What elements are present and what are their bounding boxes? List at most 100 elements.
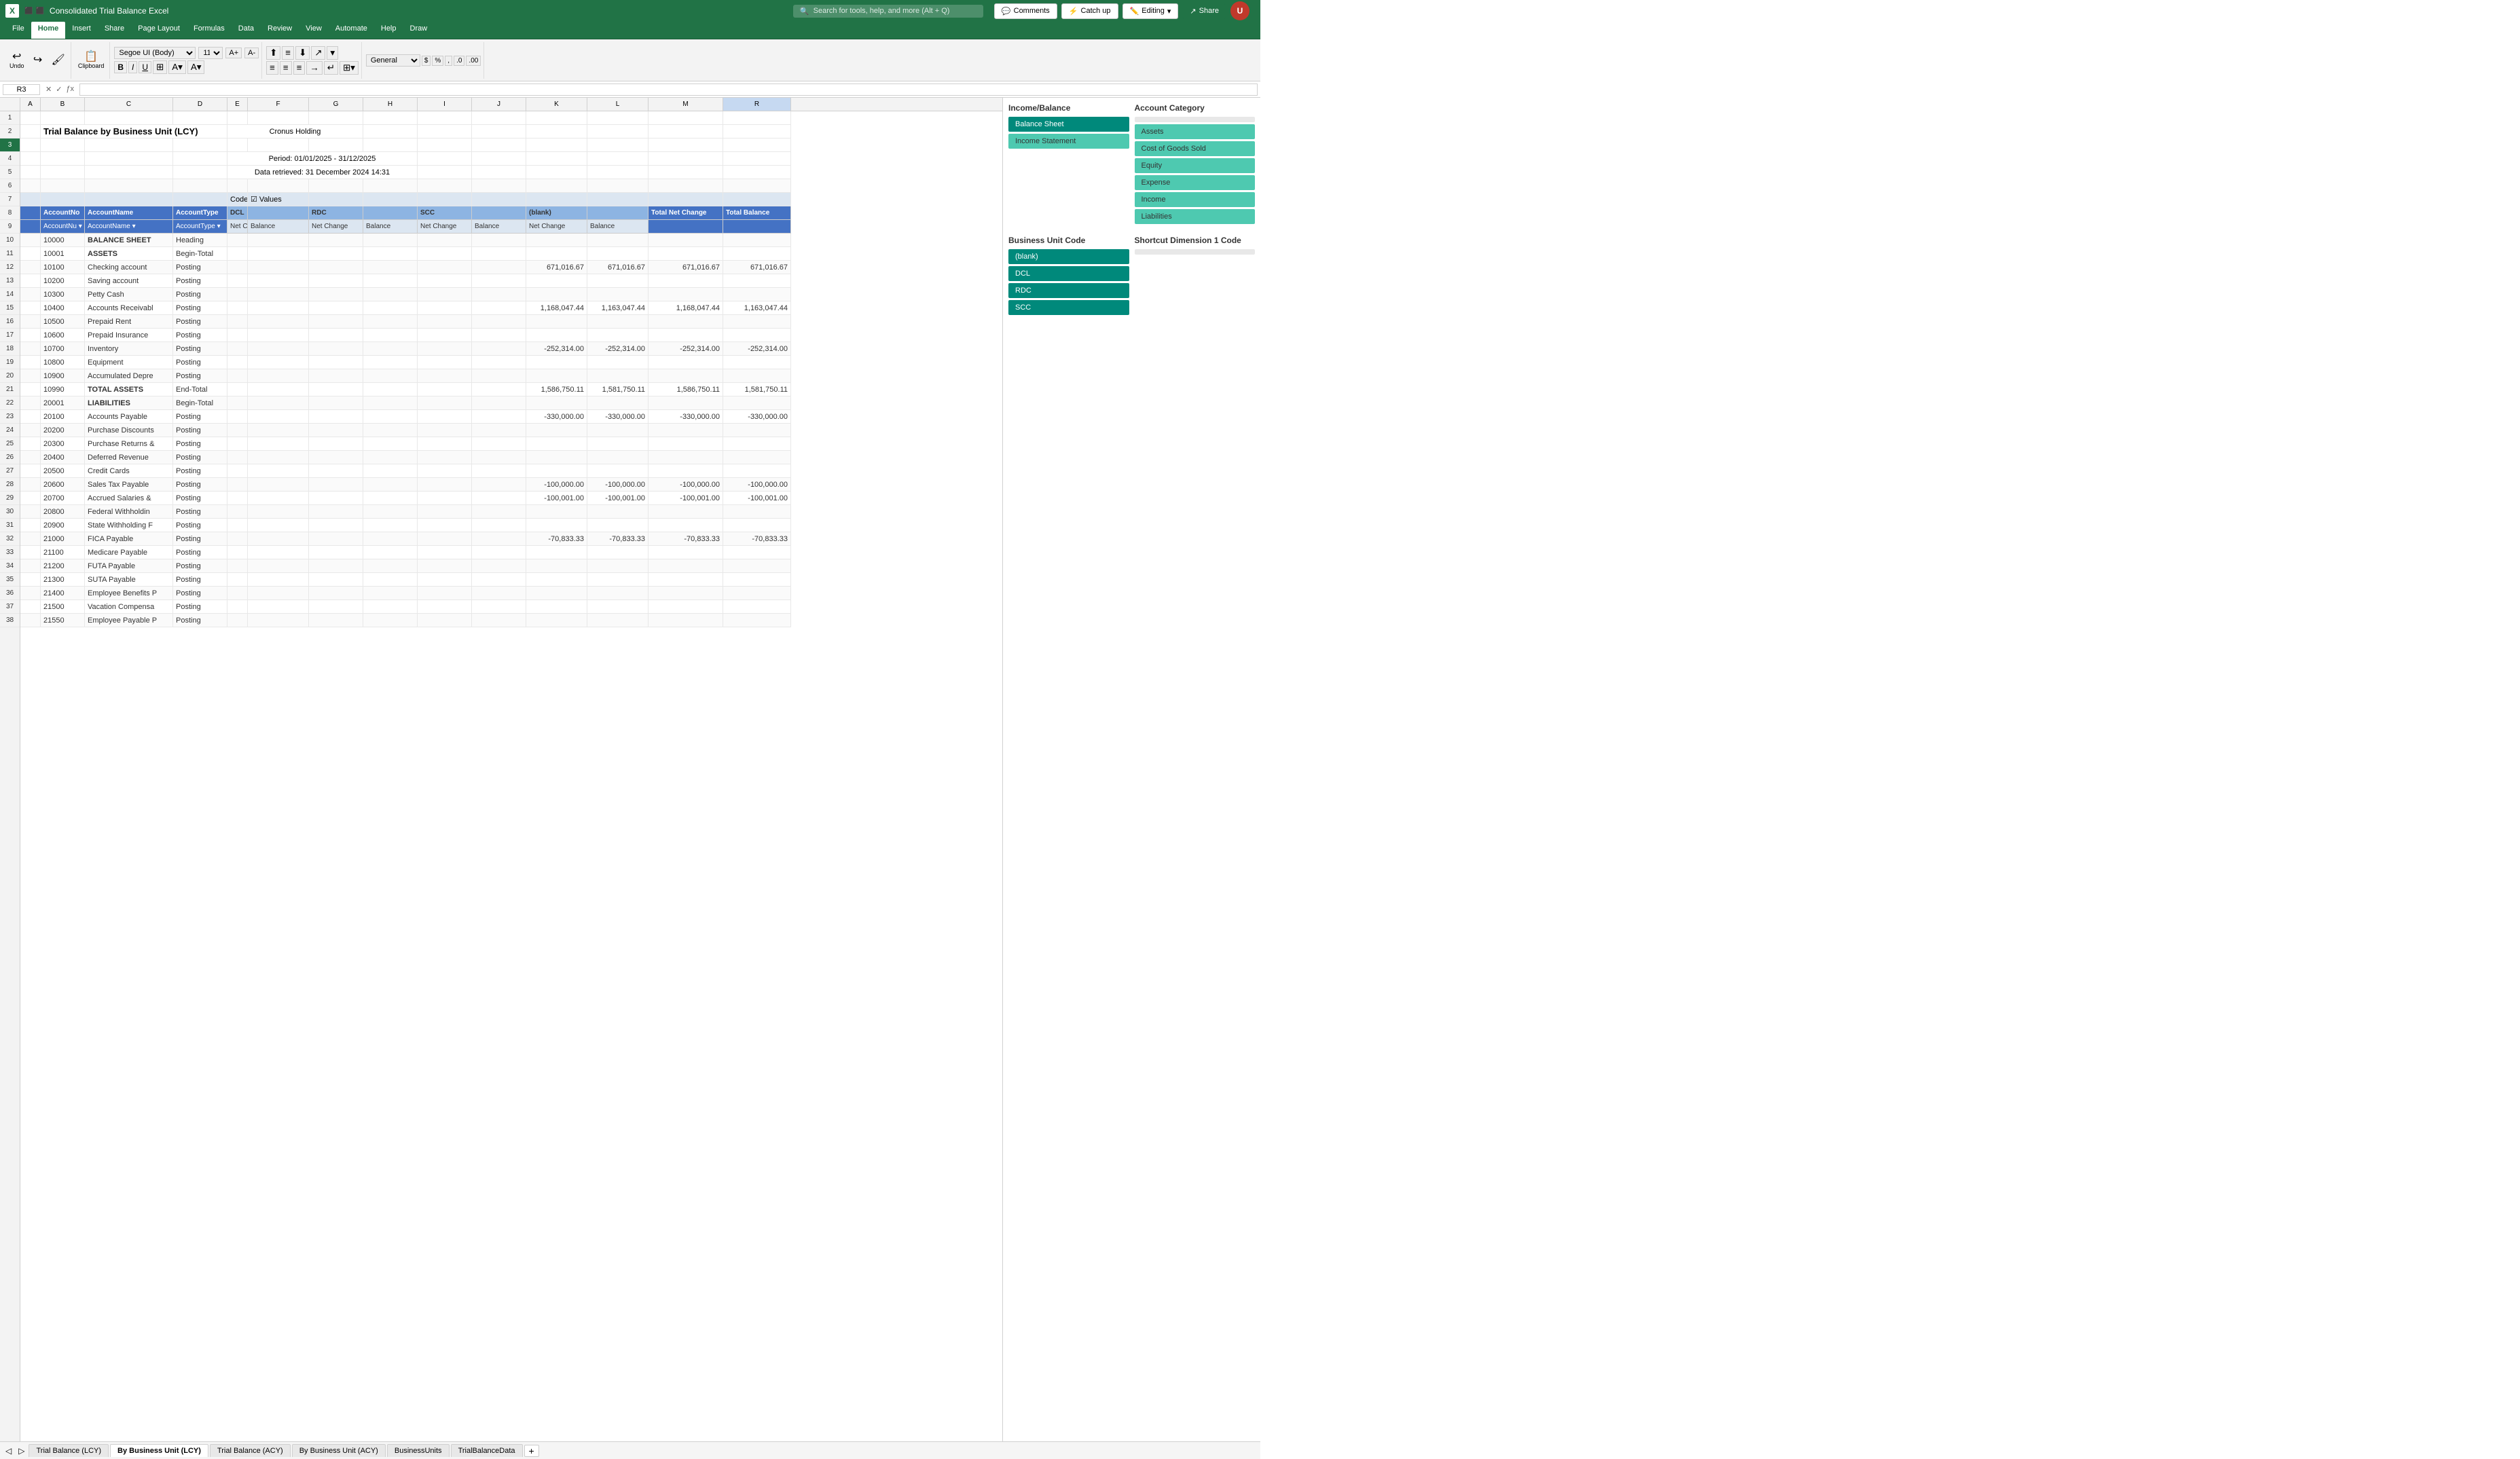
search-bar[interactable]: 🔍 Search for tools, help, and more (Alt … — [793, 5, 983, 18]
cell-17-E[interactable] — [227, 329, 248, 342]
cell-20-G[interactable] — [309, 369, 363, 383]
cell-1-B[interactable] — [41, 111, 85, 125]
cancel-formula-icon[interactable]: ✕ — [45, 85, 52, 94]
cell-5-J[interactable] — [472, 166, 526, 179]
cell-29-A[interactable] — [20, 492, 41, 505]
align-bottom-button[interactable]: ⬇ — [295, 46, 310, 60]
cell-23-B[interactable]: 20100 — [41, 410, 85, 424]
cell-13-G[interactable] — [309, 274, 363, 288]
undo-button[interactable]: ↩Undo — [7, 44, 27, 77]
cell-27-B[interactable]: 20500 — [41, 464, 85, 478]
col-header-m[interactable]: M — [649, 98, 723, 111]
cell-14-B[interactable]: 10300 — [41, 288, 85, 301]
cell-36-N[interactable] — [723, 587, 791, 600]
cell-4-I[interactable] — [418, 152, 472, 166]
cell-16-H[interactable] — [363, 315, 418, 329]
cell-20-M[interactable] — [649, 369, 723, 383]
cell-38-G[interactable] — [309, 614, 363, 627]
cell-34-L[interactable] — [587, 559, 649, 573]
cell-13-E[interactable] — [227, 274, 248, 288]
cell-6-I[interactable] — [418, 179, 472, 193]
cell-4-L[interactable] — [587, 152, 649, 166]
col-header-i[interactable]: I — [418, 98, 472, 111]
cell-3-A[interactable] — [20, 138, 41, 152]
cell-11-E[interactable] — [227, 247, 248, 261]
cell-21-A[interactable] — [20, 383, 41, 396]
cell-22-D[interactable]: Begin-Total — [173, 396, 227, 410]
cell-31-N[interactable] — [723, 519, 791, 532]
cell-16-A[interactable] — [20, 315, 41, 329]
sheet-nav-left[interactable]: ◁ — [3, 1446, 14, 1456]
cell-11-G[interactable] — [309, 247, 363, 261]
sheet-tab-trial-balance-data[interactable]: TrialBalanceData — [451, 1444, 523, 1457]
cell-23-E[interactable] — [227, 410, 248, 424]
font-family-select[interactable]: Segoe UI (Body) — [114, 47, 196, 59]
sheet-tab-trial-balance-acy[interactable]: Trial Balance (ACY) — [210, 1444, 291, 1457]
cell-32-D[interactable]: Posting — [173, 532, 227, 546]
cell-10-B[interactable]: 10000 — [41, 234, 85, 247]
cell-36-H[interactable] — [363, 587, 418, 600]
cell-30-H[interactable] — [363, 505, 418, 519]
cell-19-I[interactable] — [418, 356, 472, 369]
cell-24-F[interactable] — [248, 424, 309, 437]
tab-share[interactable]: Share — [98, 22, 131, 39]
cell-3-C[interactable] — [85, 138, 173, 152]
cell-18-I[interactable] — [418, 342, 472, 356]
scc-filter[interactable]: SCC — [1008, 300, 1129, 315]
cell-26-G[interactable] — [309, 451, 363, 464]
increase-font-button[interactable]: A+ — [225, 48, 242, 58]
cell-17-H[interactable] — [363, 329, 418, 342]
cell-36-I[interactable] — [418, 587, 472, 600]
cell-26-M[interactable] — [649, 451, 723, 464]
cell-32-A[interactable] — [20, 532, 41, 546]
cell-15-K[interactable]: 1,168,047.44 — [526, 301, 587, 315]
cell-31-J[interactable] — [472, 519, 526, 532]
cell-38-K[interactable] — [526, 614, 587, 627]
cell-21-B[interactable]: 10990 — [41, 383, 85, 396]
cell-14-I[interactable] — [418, 288, 472, 301]
cell-17-D[interactable]: Posting — [173, 329, 227, 342]
cell-11-H[interactable] — [363, 247, 418, 261]
align-center-button[interactable]: ≡ — [280, 61, 292, 75]
tab-home[interactable]: Home — [31, 22, 66, 39]
cell-17-M[interactable] — [649, 329, 723, 342]
cell-11-D[interactable]: Begin-Total — [173, 247, 227, 261]
col-header-f[interactable]: F — [248, 98, 309, 111]
cell-13-H[interactable] — [363, 274, 418, 288]
cell-18-A[interactable] — [20, 342, 41, 356]
cell-13-A[interactable] — [20, 274, 41, 288]
cell-17-B[interactable]: 10600 — [41, 329, 85, 342]
align-right-button[interactable]: ≡ — [293, 61, 306, 75]
cell-3-G[interactable] — [309, 138, 363, 152]
cell-11-N[interactable] — [723, 247, 791, 261]
cell-21-D[interactable]: End-Total — [173, 383, 227, 396]
cell-29-J[interactable] — [472, 492, 526, 505]
cell-30-M[interactable] — [649, 505, 723, 519]
cell-38-B[interactable]: 21550 — [41, 614, 85, 627]
cell-24-A[interactable] — [20, 424, 41, 437]
cell-19-H[interactable] — [363, 356, 418, 369]
cell-3-E[interactable] — [227, 138, 248, 152]
cell-38-M[interactable] — [649, 614, 723, 627]
underline-button[interactable]: U — [139, 61, 151, 73]
cell-35-K[interactable] — [526, 573, 587, 587]
cell-2-J[interactable] — [472, 125, 526, 138]
cell-22-K[interactable] — [526, 396, 587, 410]
cell-36-B[interactable]: 21400 — [41, 587, 85, 600]
cell-34-G[interactable] — [309, 559, 363, 573]
cell-1-A[interactable] — [20, 111, 41, 125]
cell-12-K[interactable]: 671,016.67 — [526, 261, 587, 274]
cell-12-H[interactable] — [363, 261, 418, 274]
cell-24-L[interactable] — [587, 424, 649, 437]
cell-32-M[interactable]: -70,833.33 — [649, 532, 723, 546]
cell-33-M[interactable] — [649, 546, 723, 559]
cell-36-D[interactable]: Posting — [173, 587, 227, 600]
col-header-e[interactable]: E — [227, 98, 248, 111]
cell-37-J[interactable] — [472, 600, 526, 614]
cell-36-C[interactable]: Employee Benefits P — [85, 587, 173, 600]
add-sheet-button[interactable]: + — [524, 1445, 539, 1457]
cell-33-H[interactable] — [363, 546, 418, 559]
cell-10-N[interactable] — [723, 234, 791, 247]
align-top-button[interactable]: ⬆ — [266, 46, 280, 60]
cell-38-I[interactable] — [418, 614, 472, 627]
